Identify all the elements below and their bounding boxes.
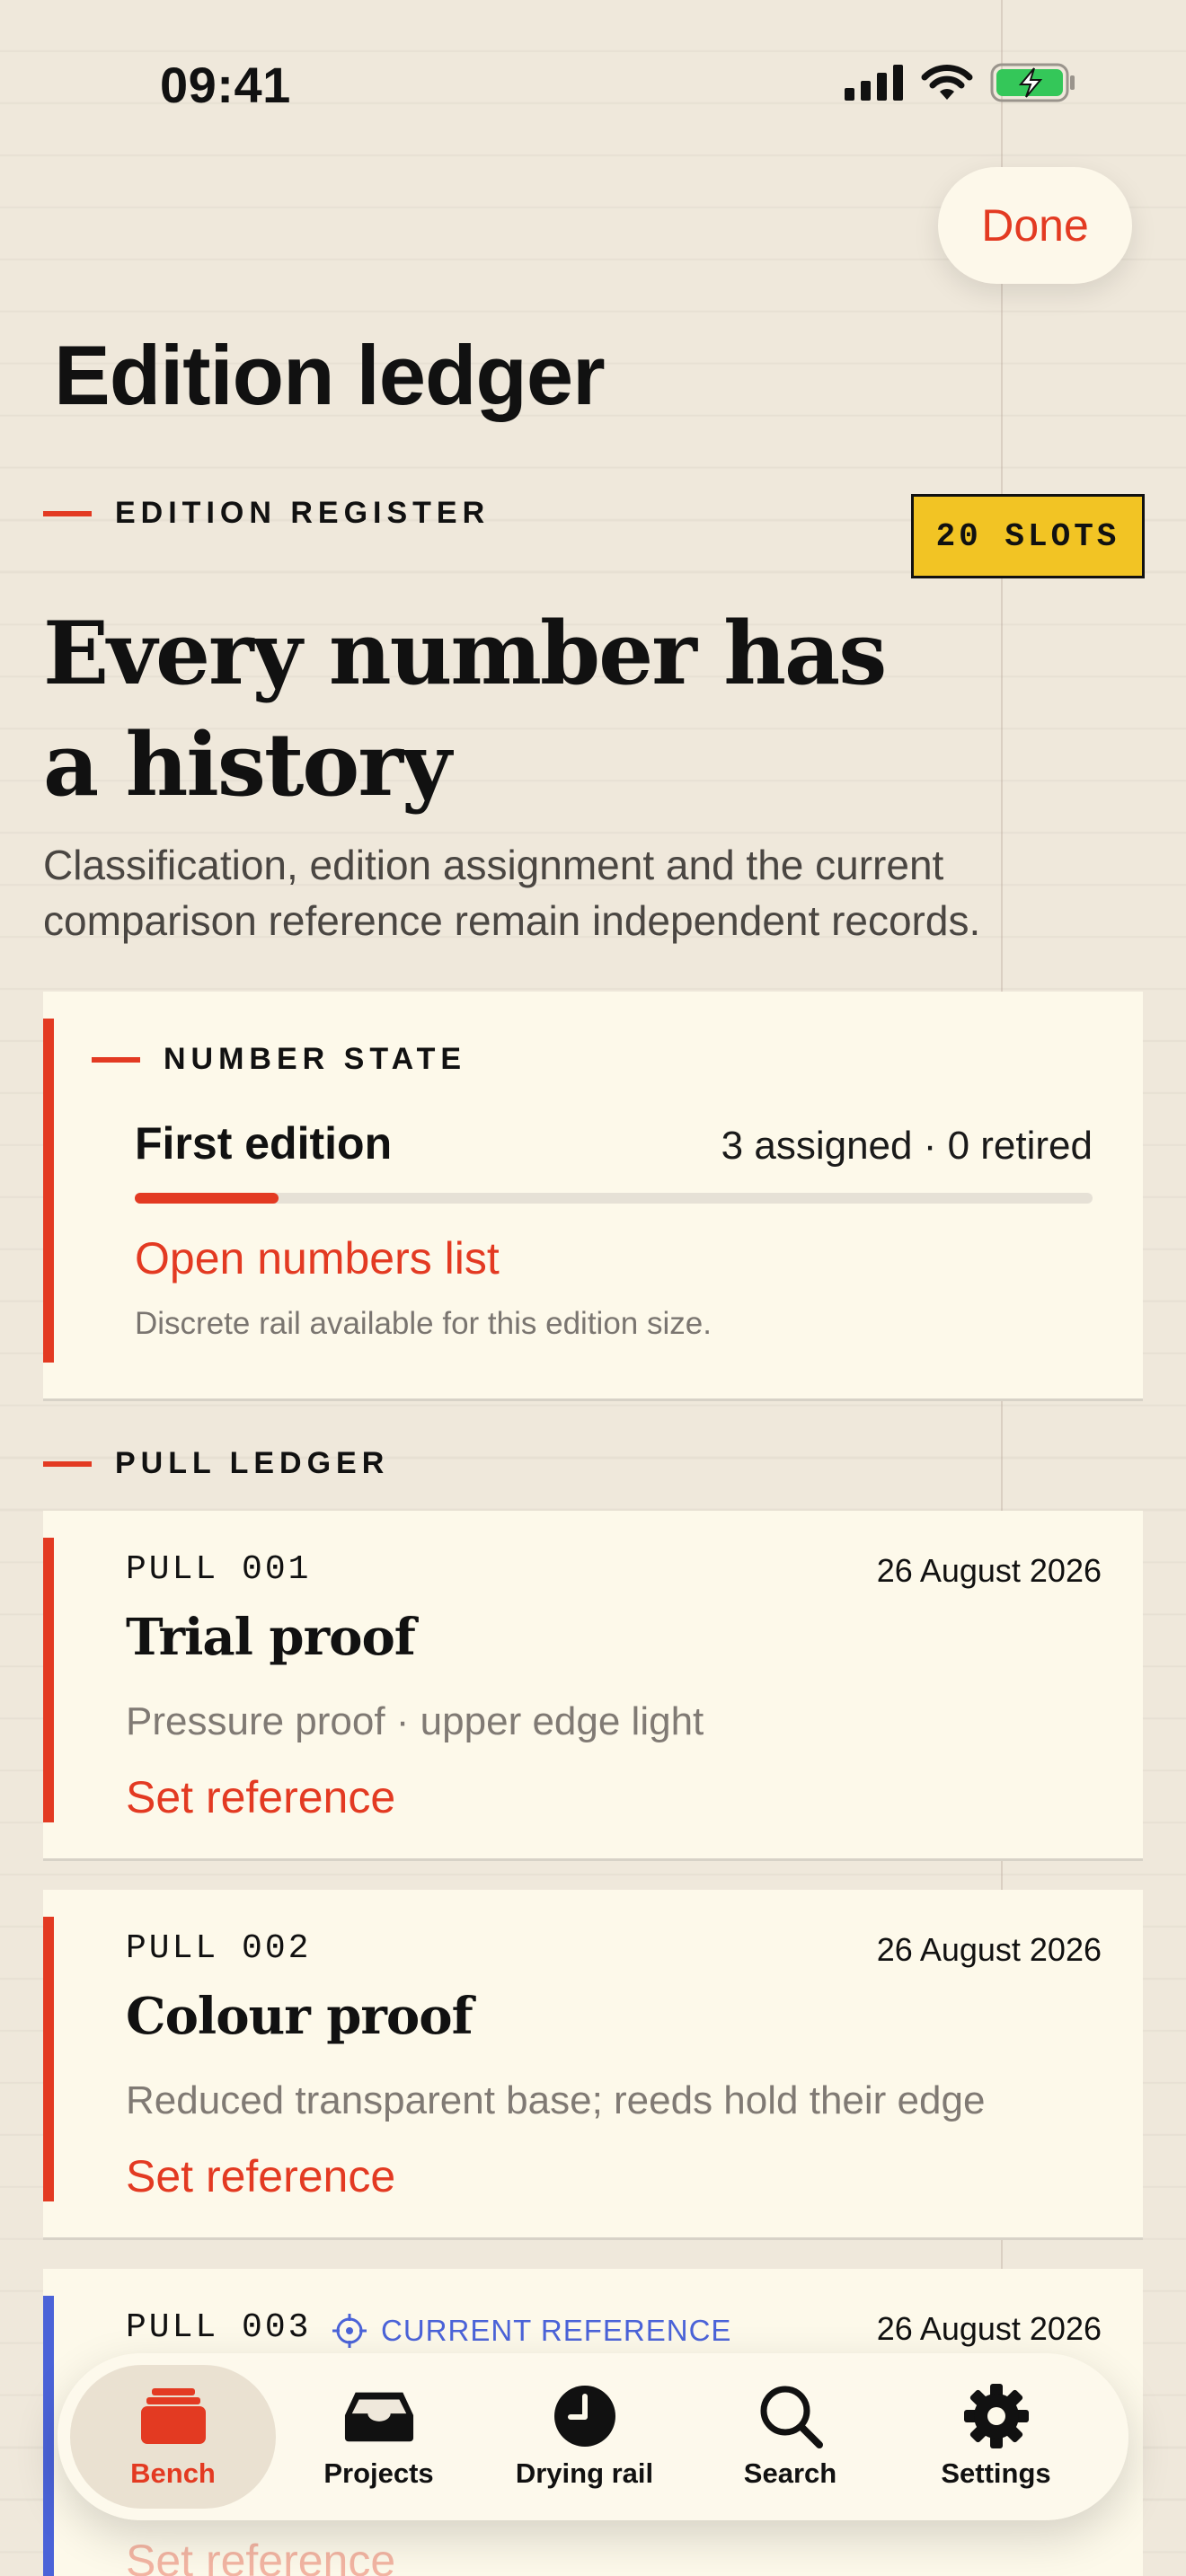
open-numbers-list-link[interactable]: Open numbers list <box>135 1232 500 1284</box>
set-reference-button[interactable]: Set reference <box>126 1771 395 1823</box>
pull-card[interactable]: PULL 001 26 August 2026 Trial proof Pres… <box>43 1511 1143 1861</box>
status-icons <box>845 63 1076 102</box>
tab-label: Bench <box>130 2457 216 2489</box>
edition-register-eyebrow: EDITION REGISTER <box>43 496 490 531</box>
card-accent-bar-reference <box>43 2296 54 2576</box>
pull-id: PULL 003 <box>126 2308 312 2347</box>
page-title: Edition ledger <box>54 328 606 422</box>
current-reference-label: CURRENT REFERENCE <box>381 2314 732 2347</box>
done-button[interactable]: Done <box>938 167 1132 284</box>
pull-ledger-label: PULL LEDGER <box>115 1446 390 1480</box>
accent-dash <box>92 1056 140 1063</box>
inbox-tray-icon <box>343 2384 415 2448</box>
edition-progress-track <box>135 1193 1093 1204</box>
tab-label: Projects <box>323 2457 434 2489</box>
search-icon <box>755 2384 827 2448</box>
set-reference-button[interactable]: Set reference <box>126 2535 395 2576</box>
pull-description: Pressure proof · upper edge light <box>126 1699 704 1743</box>
tab-drying-rail[interactable]: Drying rail <box>482 2365 687 2509</box>
hero-headline-line-1: Every number has <box>43 603 887 704</box>
accent-dash <box>43 510 92 516</box>
edition-note: Discrete rail available for this edition… <box>135 1306 712 1341</box>
slots-badge: 20 SLOTS <box>911 494 1145 578</box>
current-reference-tag: CURRENT REFERENCE <box>331 2312 731 2350</box>
tab-settings[interactable]: Settings <box>893 2365 1099 2509</box>
number-state-row: First edition 3 assigned · 0 retired <box>135 1117 1093 1169</box>
tab-label: Search <box>743 2457 837 2489</box>
pull-title: Colour proof <box>126 1987 474 2046</box>
card-accent-bar <box>43 1538 54 1822</box>
pull-id: PULL 001 <box>126 1550 312 1589</box>
status-time: 09:41 <box>160 57 291 113</box>
bench-tray-icon <box>137 2384 209 2448</box>
number-state-eyebrow: NUMBER STATE <box>92 1042 466 1077</box>
card-accent-bar <box>43 1019 54 1363</box>
pull-title: Trial proof <box>126 1608 416 1667</box>
cellular-signal-icon <box>845 65 903 101</box>
tab-search[interactable]: Search <box>687 2365 893 2509</box>
pull-date: 26 August 2026 <box>876 1931 1102 1968</box>
pull-id: PULL 002 <box>126 1929 312 1968</box>
pull-ledger-eyebrow: PULL LEDGER <box>43 1446 389 1481</box>
set-reference-button[interactable]: Set reference <box>126 2150 395 2202</box>
wifi-icon <box>921 65 973 100</box>
edition-counts: 3 assigned · 0 retired <box>721 1124 1093 1168</box>
edition-progress-fill <box>135 1193 279 1204</box>
clock-icon <box>549 2384 621 2448</box>
pull-date: 26 August 2026 <box>876 2310 1102 2347</box>
tab-bench[interactable]: Bench <box>70 2365 276 2509</box>
hero-headline: Every number has a history <box>43 598 1031 821</box>
accent-dash <box>43 1460 92 1467</box>
tab-bar: Bench Projects Drying rail Search Settin… <box>58 2353 1128 2520</box>
pull-date: 26 August 2026 <box>876 1552 1102 1589</box>
gear-icon <box>960 2384 1032 2448</box>
edition-label: First edition <box>135 1118 393 1169</box>
pull-description: Reduced transparent base; reeds hold the… <box>126 2078 986 2122</box>
hero-headline-line-2: a history <box>43 714 452 816</box>
battery-charging-icon <box>990 63 1075 102</box>
card-accent-bar <box>43 1917 54 2201</box>
crosshair-icon <box>332 2314 367 2348</box>
hero-subtitle: Classification, edition assignment and t… <box>43 842 981 944</box>
pull-card[interactable]: PULL 002 26 August 2026 Colour proof Red… <box>43 1890 1143 2240</box>
number-state-label: NUMBER STATE <box>164 1042 467 1076</box>
tab-label: Settings <box>941 2457 1051 2489</box>
tab-label: Drying rail <box>515 2457 654 2489</box>
edition-register-label: EDITION REGISTER <box>115 496 491 530</box>
tab-projects[interactable]: Projects <box>276 2365 482 2509</box>
number-state-card: NUMBER STATE First edition 3 assigned · … <box>43 992 1143 1401</box>
